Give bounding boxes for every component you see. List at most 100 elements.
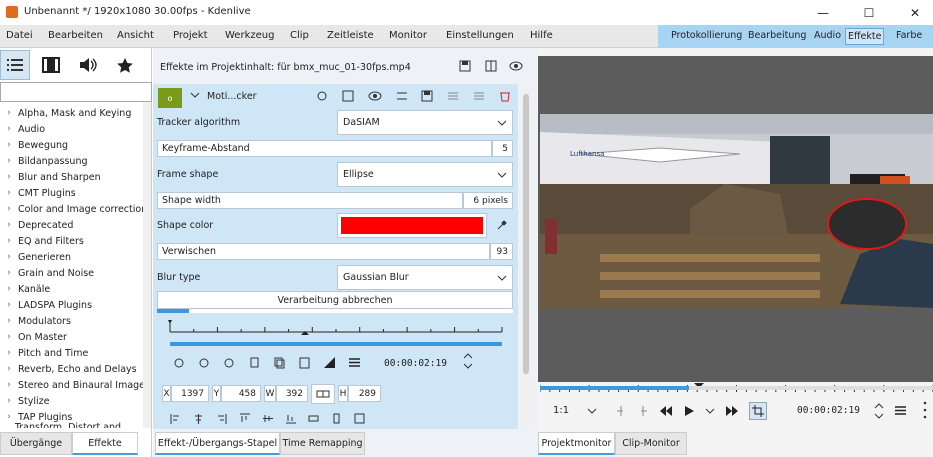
disable-stack-button[interactable] [509,61,523,71]
menu-werkzeug[interactable]: Werkzeug [225,30,274,41]
menu-monitor[interactable]: Monitor [389,30,427,41]
menu-zeitleiste[interactable]: Zeitleiste [327,30,374,41]
workspace-effekte[interactable]: Effekte [845,28,885,45]
tab-time-remapping[interactable]: Time Remapping [280,432,365,455]
timecode-spinner[interactable] [462,352,474,370]
keyframe-timecode[interactable]: 00:00:02:19 [384,358,447,369]
cancel-processing-button[interactable]: Verarbeitung abbrechen [157,291,513,309]
add-keyframe-icon[interactable] [198,356,211,369]
category-item[interactable]: › Modulators [0,313,143,329]
keyframe-spacing-slider[interactable]: Keyframe-Abstand [157,140,492,157]
blur-type-select[interactable]: Gaussian Blur [337,265,513,290]
category-item[interactable]: › EQ and Filters [0,233,143,249]
list-view-button[interactable] [0,50,30,80]
eye-icon[interactable] [368,90,382,102]
category-item[interactable]: › Blur and Sharpen [0,169,143,185]
menu-bearbeiten[interactable]: Bearbeiten [48,30,103,41]
rewind-icon[interactable] [659,405,673,417]
minimize-button[interactable]: — [800,0,846,25]
menu-einstellungen[interactable]: Einstellungen [446,30,514,41]
keyframe-timeline[interactable] [166,318,506,348]
workspace-protokollierung[interactable]: Protokollierung [671,30,742,41]
category-item[interactable]: › Deprecated [0,217,143,233]
category-item[interactable]: › Bildanpassung [0,153,143,169]
category-item[interactable]: › LADSPA Plugins [0,297,143,313]
fast-forward-icon[interactable] [725,405,739,417]
category-scrollbar[interactable] [143,102,151,428]
category-item[interactable]: › Generieren [0,249,143,265]
effects-search-input[interactable] [0,82,152,102]
video-effects-filter-button[interactable] [36,50,66,80]
menu-icon[interactable] [894,405,907,416]
h-input[interactable]: 289 [348,385,381,402]
category-item[interactable]: › Reverb, Echo and Delays [0,361,143,377]
menu-clip[interactable]: Clip [290,30,309,41]
edit-mode-button[interactable] [749,401,767,420]
y-input[interactable]: 458 [221,385,261,402]
menu-hilfe[interactable]: Hilfe [530,30,553,41]
audio-effects-filter-button[interactable] [73,50,103,80]
align-bottom-icon[interactable] [285,413,296,424]
menu-ansicht[interactable]: Ansicht [117,30,154,41]
chevron-down-icon[interactable] [705,405,715,417]
shape-width-slider[interactable]: Shape width [157,192,463,209]
effect-stack-scrollbar[interactable] [521,90,531,427]
move-up-icon[interactable] [447,90,459,102]
menu-projekt[interactable]: Projekt [173,30,208,41]
blur-amount-value[interactable]: 93 [490,243,513,260]
keyframe-icon[interactable] [396,90,408,102]
shape-width-value[interactable]: 6 pixels [463,192,513,209]
category-item[interactable]: › Grain and Noise [0,265,143,281]
collapse-effect-button[interactable] [190,91,200,99]
align-vcenter-icon[interactable] [262,413,273,424]
reset-icon[interactable] [316,90,328,102]
scrollbar-thumb[interactable] [523,94,529,374]
category-item[interactable]: › Color and Image correction [0,201,143,217]
blur-amount-slider[interactable]: Verwischen [157,243,490,260]
maximize-button[interactable]: ☐ [846,0,892,25]
tab-projektmonitor[interactable]: Projektmonitor [538,432,615,455]
chevron-down-icon[interactable] [587,408,597,415]
category-item[interactable]: › Bewegung [0,137,143,153]
paste-icon[interactable] [298,356,311,369]
tab-clip-monitor[interactable]: Clip-Monitor [615,432,687,455]
save-stack-button[interactable] [459,60,471,72]
monitor-timecode[interactable]: 00:00:02:19 [797,405,860,416]
align-left-icon[interactable] [170,413,181,424]
menu-icon[interactable] [348,356,361,369]
w-input[interactable]: 392 [276,385,308,402]
previous-keyframe-icon[interactable] [173,356,186,369]
shape-color-button[interactable] [337,213,487,238]
move-down-icon[interactable] [473,90,485,102]
category-item[interactable]: › Stylize [0,393,143,409]
tab-uebergaenge[interactable]: Übergänge [0,432,72,455]
x-input[interactable]: 1397 [171,385,209,402]
copy-icon[interactable] [273,356,286,369]
category-item[interactable]: › Stereo and Binaural Images [0,377,143,393]
more-options-icon[interactable] [922,400,928,420]
zoom-select[interactable]: 1:1 [553,405,569,416]
workspace-farbe[interactable]: Farbe [896,30,922,41]
save-icon[interactable] [421,90,433,102]
next-keyframe-icon[interactable] [223,356,236,369]
align-top-icon[interactable] [239,413,250,424]
category-item[interactable]: › Alpha, Mask and Keying [0,105,143,121]
category-item[interactable]: › Audio [0,121,143,137]
category-item[interactable]: › CMT Plugins [0,185,143,201]
up-down-icon[interactable] [873,402,885,420]
set-out-point-icon[interactable] [637,405,649,417]
keyframe-spacing-value[interactable]: 5 [492,140,513,157]
close-button[interactable]: ✕ [892,0,933,25]
align-hcenter-icon[interactable] [193,413,204,424]
split-compare-button[interactable] [485,60,497,72]
fit-frame-icon[interactable] [354,413,365,424]
category-item[interactable]: ›Transform, Distort and Perspective [0,422,143,428]
color-picker-button[interactable] [496,219,508,231]
tab-effect-stack[interactable]: Effekt-/Übergangs-Stapel [155,432,280,455]
play-icon[interactable] [683,405,695,417]
align-right-icon[interactable] [216,413,227,424]
center-keyframe-icon[interactable] [248,356,261,369]
fit-height-icon[interactable] [331,413,342,424]
category-item[interactable]: › Pitch and Time [0,345,143,361]
frame-shape-select[interactable]: Ellipse [337,162,513,187]
